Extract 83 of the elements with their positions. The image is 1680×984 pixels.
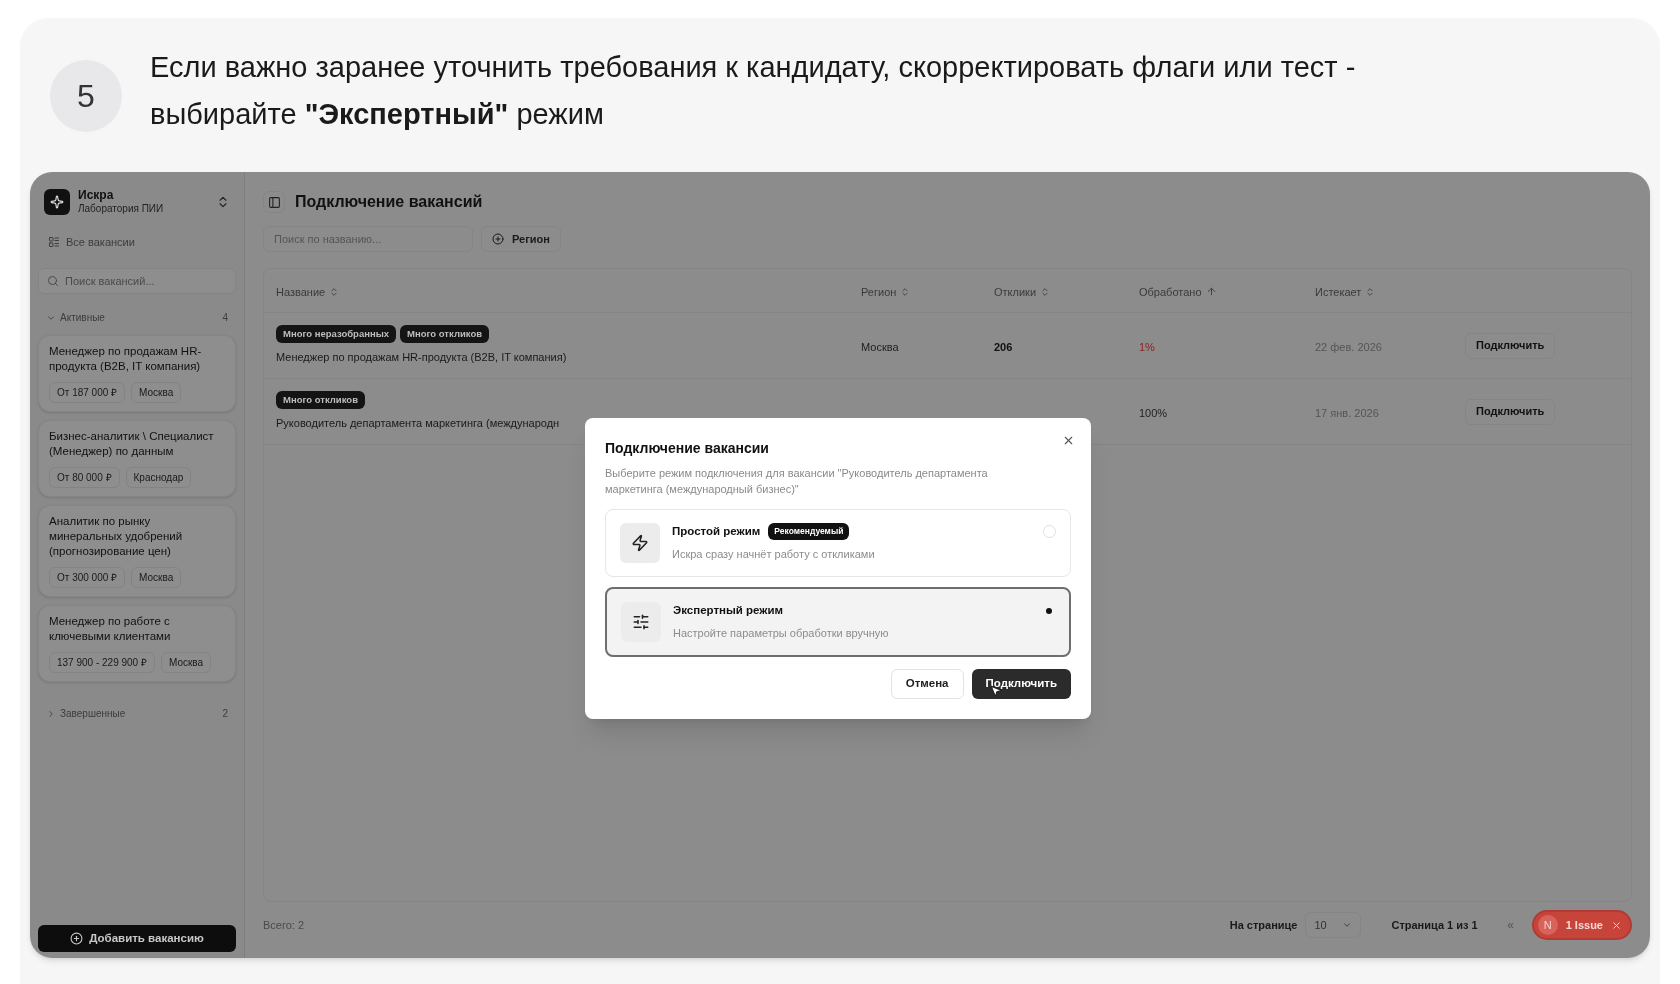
column-header[interactable]: Название xyxy=(276,283,340,300)
list-icon xyxy=(48,235,60,248)
region-filter-button[interactable]: Регион xyxy=(481,226,561,252)
chevron-right-icon xyxy=(46,708,56,719)
mode-option[interactable]: Простой режим Рекомендуемый Искра сразу начнёт работу с откликами xyxy=(605,509,1071,577)
per-page-label: На странице xyxy=(1229,917,1298,933)
vacancy-card[interactable]: Менеджер по продажам HR-продукта (B2B, IT компания) От 187 000 ₽ Москва xyxy=(38,335,236,412)
plus-icon xyxy=(492,233,504,245)
salary-tag: От 300 000 ₽ xyxy=(49,567,126,588)
vacancy-title: Менеджер по продажам HR-продукта (B2B, IT компания) xyxy=(276,350,568,366)
group-header[interactable]: Завершенные 2 xyxy=(38,706,236,721)
responses-count: 206 xyxy=(994,340,1013,353)
group-count: 4 xyxy=(222,311,228,325)
chevron-down-icon xyxy=(1342,920,1353,930)
group-label: Завершенные xyxy=(60,707,127,721)
vacancy-card[interactable]: Аналитик по рынку минеральных удобрений (прогнозирование цен) От 300 000 ₽ Москва xyxy=(38,505,236,597)
sliders-icon xyxy=(621,602,661,642)
search-field[interactable]: Поиск вакансий... xyxy=(38,268,236,294)
vacancy-title: Бизнес-аналитик \ Специалист (Менеджер) по данным xyxy=(49,429,215,459)
sort-icon[interactable] xyxy=(1040,286,1051,297)
first-page-button[interactable]: « xyxy=(1497,912,1524,938)
close-icon[interactable] xyxy=(1611,919,1622,931)
column-header[interactable]: Истекает xyxy=(1315,283,1376,300)
step-instruction: Если важно заранее уточнить требования к кандидату, скорректировать флаги или тест - выбирайте "Экспертный" режим xyxy=(150,50,1357,132)
mode-subtitle: Искра сразу начнёт работу с откликами xyxy=(672,547,876,563)
vacancy-title: Менеджер по работе с ключевыми клиентами xyxy=(49,614,172,644)
mode-option[interactable]: Экспертный режим Настройте параметры обработки вручную xyxy=(605,587,1071,657)
org-subtitle: Лаборатория ПИИ xyxy=(78,203,165,216)
salary-tag: От 187 000 ₽ xyxy=(49,382,126,403)
column-header[interactable]: Регион xyxy=(861,283,911,300)
sidebar-toggle-icon[interactable] xyxy=(263,191,285,213)
step-number: 5 xyxy=(50,60,122,132)
sort-arrow-icon[interactable] xyxy=(1205,286,1217,298)
connect-button[interactable]: Подключить xyxy=(971,669,1071,699)
all-vacancies-link[interactable]: Все вакансии xyxy=(38,233,236,250)
logo-icon xyxy=(44,188,70,215)
issue-label: 1 Issue xyxy=(1565,917,1603,933)
dialog-title: Подключение вакансии xyxy=(605,439,770,458)
vacancy-card[interactable]: Менеджер по работе с ключевыми клиентами 137 900 - 229 900 ₽ Москва xyxy=(38,605,236,682)
status-tag: Много неразобранных xyxy=(276,325,397,344)
column-header[interactable]: Обработано xyxy=(1139,283,1217,300)
connect-button[interactable]: Подключить xyxy=(1465,332,1556,359)
close-icon[interactable] xyxy=(1062,434,1075,447)
status-tag: Много откликов xyxy=(400,325,490,344)
page-title: Подключение вакансий xyxy=(295,192,483,212)
issue-badge[interactable]: N 1 Issue xyxy=(1531,910,1632,940)
salary-tag: 137 900 - 229 900 ₽ xyxy=(49,652,155,673)
sort-icon[interactable] xyxy=(900,286,911,297)
sort-icon[interactable] xyxy=(329,286,340,297)
mode-title: Экспертный режим xyxy=(673,603,784,619)
group-count: 2 xyxy=(222,707,228,721)
region-text: Москва xyxy=(861,340,899,353)
city-tag: Москва xyxy=(160,652,212,673)
vacancy-title: Аналитик по рынку минеральных удобрений (прогнозирование цен) xyxy=(49,514,184,559)
processed-percent: 1% xyxy=(1139,340,1155,353)
city-tag: Москва xyxy=(131,382,182,403)
status-tag: Много откликов xyxy=(276,391,365,410)
org-name: Искра xyxy=(78,188,115,203)
badge-letter: N xyxy=(1537,915,1558,935)
vacancy-title: Менеджер по продажам HR-продукта (B2B, IT компания) xyxy=(49,344,203,374)
search-icon xyxy=(47,275,59,287)
total-count: Всего: 2 xyxy=(263,917,306,933)
group-label: Активные xyxy=(60,311,106,325)
recommended-badge: Рекомендуемый xyxy=(768,523,850,541)
sort-icon[interactable] xyxy=(1365,286,1376,297)
add-vacancy-button[interactable]: Добавить вакансию xyxy=(38,925,236,952)
group-header[interactable]: Активные 4 xyxy=(38,310,236,325)
city-tag: Москва xyxy=(131,567,182,588)
city-tag: Краснодар xyxy=(125,467,192,488)
per-page-select[interactable]: 10 xyxy=(1305,912,1362,938)
cancel-button[interactable]: Отмена xyxy=(890,669,964,699)
plus-icon xyxy=(70,932,84,945)
mode-subtitle: Настройте параметры обработки вручную xyxy=(673,626,890,642)
dialog-description: Выберите режим подключения для вакансии "Руководитель департамента маркетинга (международный бизнес)" xyxy=(605,466,989,497)
vacancy-card[interactable]: Бизнес-аналитик \ Специалист (Менеджер) по данным От 80 000 ₽ Краснодар xyxy=(38,420,236,497)
processed-percent: 100% xyxy=(1139,406,1168,419)
connect-button[interactable]: Подключить xyxy=(1465,398,1556,425)
vacancy-title: Руководитель департамента маркетинга (международн xyxy=(276,416,561,432)
lightning-icon xyxy=(620,523,660,563)
salary-tag: От 80 000 ₽ xyxy=(49,467,120,488)
mode-title: Простой режим xyxy=(672,524,761,540)
page-info: Страница 1 из 1 xyxy=(1391,917,1478,933)
column-header[interactable]: Отклики xyxy=(994,283,1051,300)
